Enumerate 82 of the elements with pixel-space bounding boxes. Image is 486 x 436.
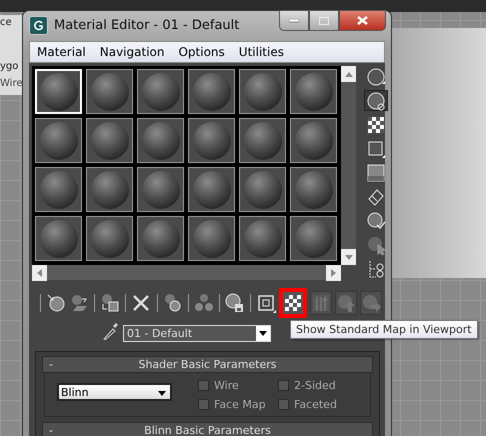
menu-item[interactable]: Material [37,45,86,59]
sphere-preview [294,72,332,110]
background-text: Wire [0,78,22,89]
sphere-preview [192,220,230,258]
collapse-toggle[interactable]: - [43,424,63,436]
checkbox-label: Faceted [294,398,337,411]
sphere-preview [40,220,78,258]
checkbox[interactable] [198,399,209,410]
sphere-icon [366,66,386,86]
sphere-preview [294,170,332,208]
sphere-preview [142,72,180,110]
menu-item[interactable]: Options [178,45,225,59]
close-icon [357,16,368,25]
sphere-preview [192,170,230,208]
sphere-preview [192,72,230,110]
window-title: Material Editor - 01 - Default [54,18,240,32]
rollout-header[interactable]: - Blinn Basic Parameters [42,422,373,436]
copy-icon [162,293,183,313]
frame-icon [256,293,276,313]
sphere-preview [142,122,180,160]
tooltip: Show Standard Map in Viewport [290,320,478,339]
film-icon [366,186,386,206]
maximize-button[interactable] [309,10,339,31]
menu-item[interactable]: Navigation [100,45,164,59]
sphere-preview [40,72,78,110]
side-tool-button[interactable] [364,90,388,111]
caret-icon [158,390,166,396]
checkbox-label: Face Map [214,398,266,411]
down-arrow-icon [344,254,352,260]
close-button[interactable] [339,10,386,31]
sphere-preview [90,122,128,160]
rollout-title: Shader Basic Parameters [137,358,278,371]
horizontal-scrollbar[interactable] [32,265,341,280]
up-arrow-icon [344,72,352,76]
parent-icon [336,293,356,313]
sphere-preview [244,170,282,208]
app-logo-icon [29,16,48,34]
sphere-preview [192,122,230,160]
sphere-preview [40,170,78,208]
assign-icon [100,293,120,313]
material-name-dropdown[interactable]: 01 - Default [123,324,271,342]
collapse-toggle[interactable]: - [43,358,63,371]
menu-item[interactable]: Utilities [238,45,284,59]
checkbox[interactable] [278,380,289,391]
toolbar-button[interactable] [279,288,308,318]
left-arrow-icon [37,269,42,277]
pick-ball-icon [366,234,386,254]
checker-icon [283,293,304,313]
checkbox-label: 2-Sided [294,379,336,392]
sphere-preview [90,220,128,258]
sphere-preview [244,220,282,258]
sphere-preview [142,170,180,208]
maximize-icon [319,16,329,24]
sphere-preview [294,122,332,160]
get-icon [46,293,66,313]
sphere-preview [294,220,332,258]
checkbox-label: Wire [214,379,239,392]
sphere-preview [90,72,128,110]
check-ball-icon [366,210,386,230]
minimize-button[interactable] [279,10,309,31]
background-text: ce [0,17,12,28]
minimize-icon [289,18,299,22]
sphere-preview [244,122,282,160]
shader-dropdown[interactable]: Blinn [57,383,172,401]
toolbar-button[interactable] [224,291,245,315]
square-icon [366,138,386,158]
rollout-title: Blinn Basic Parameters [143,424,272,436]
background-text: ygo [0,61,18,72]
sphere-preview [244,72,282,110]
sphere-preview [142,220,180,258]
vertical-scrollbar[interactable] [341,66,356,265]
delete-icon [131,293,152,313]
checker-icon [366,114,386,134]
swatch-icon [366,162,386,182]
sphere-preview [90,170,128,208]
rollout-header[interactable]: - Shader Basic Parameters [42,356,373,373]
forward-icon [361,293,382,313]
sphere-preview [40,122,78,160]
checkbox[interactable] [278,399,289,410]
checkbox[interactable] [198,380,209,391]
right-arrow-icon [331,269,336,277]
caret-icon [259,330,267,336]
